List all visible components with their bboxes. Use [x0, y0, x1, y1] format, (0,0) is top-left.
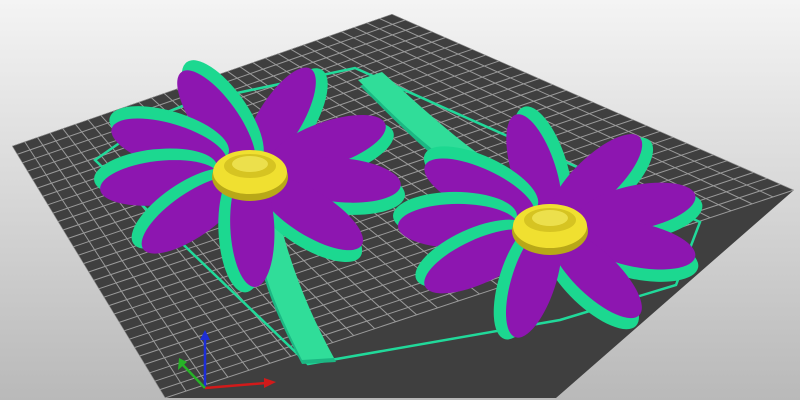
3d-viewport[interactable] [0, 0, 800, 400]
flower-right-center [512, 204, 588, 255]
slicer-preview-canvas[interactable] [0, 0, 800, 400]
flower-left-center [212, 150, 288, 201]
